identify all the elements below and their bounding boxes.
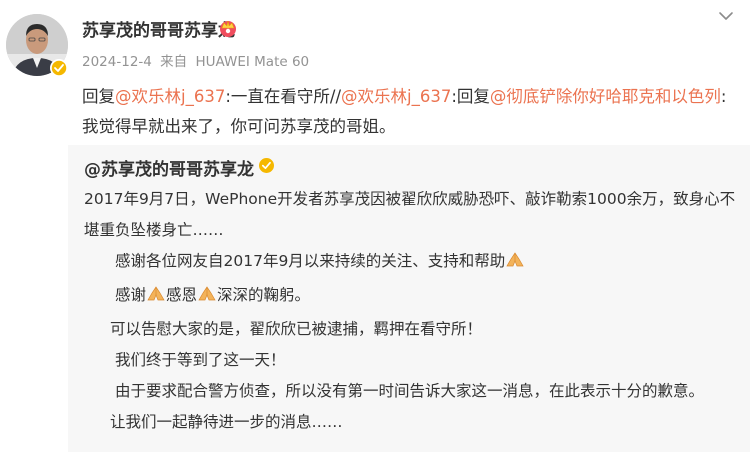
praying-hands-icon [197, 283, 217, 314]
quoted-line: 可以告慰大家的是，翟欣欣已被逮捕，羁押在看守所！ [110, 320, 483, 338]
crown-icon [217, 16, 239, 38]
quoted-body: 2017年9月7日，WePhone开发者苏享茂因被翟欣欣威胁恐吓、敲诈勒索100… [84, 184, 746, 438]
quoted-line-text: 感谢 [115, 286, 147, 304]
reply-text: :一直在看守所// [225, 87, 342, 106]
quoted-line-text: 感谢各位网友自2017年9月以来持续的关注、支持和帮助 [115, 252, 506, 270]
mention-link[interactable]: @欢乐林j_637 [115, 87, 225, 106]
post-date[interactable]: 2024-12-4 [82, 54, 152, 70]
source-prefix: 来自 [160, 54, 188, 70]
reply-prefix: 回复 [82, 87, 115, 106]
quoted-line: 我们终于等到了这一天！ [115, 351, 286, 369]
quoted-author[interactable]: @苏享茂的哥哥苏享龙 [84, 155, 254, 180]
quoted-post[interactable]: @苏享茂的哥哥苏享龙 2017年9月7日，WePhone开发者苏享茂因被翟欣欣威… [68, 145, 750, 452]
quoted-line-text: 感恩 [166, 286, 198, 304]
mention-link[interactable]: @彻底铲除你好哈耶克和以色列 [490, 87, 721, 106]
post-device: HUAWEI Mate 60 [195, 54, 310, 70]
praying-hands-icon [505, 249, 525, 280]
praying-hands-icon [146, 283, 166, 314]
verified-badge-icon [258, 157, 275, 174]
quoted-line: 感谢 感恩 深深的鞠躬。 [84, 280, 746, 314]
quoted-line: 2017年9月7日，WePhone开发者苏享茂因被翟欣欣威胁恐吓、敲诈勒索100… [84, 190, 736, 239]
quoted-line: 感谢各位网友自2017年9月以来持续的关注、支持和帮助 [84, 246, 746, 280]
post-text: 回复@欢乐林j_637:一直在看守所//@欢乐林j_637:回复@彻底铲除你好哈… [82, 82, 732, 142]
reply-text: :回复 [451, 87, 490, 106]
mention-link[interactable]: @欢乐林j_637 [341, 87, 451, 106]
quoted-line: 由于要求配合警方侦查，所以没有第一时间告诉大家这一消息，在此表示十分的歉意。 [115, 382, 705, 400]
quoted-line: 让我们一起静待进一步的消息…… [110, 413, 343, 431]
quoted-line-text: 深深的鞠躬。 [217, 286, 311, 304]
verified-badge-icon [50, 59, 68, 77]
post-meta: 2024-12-4 来自 HUAWEI Mate 60 [82, 50, 313, 70]
chevron-down-icon[interactable] [716, 8, 736, 22]
author-name[interactable]: 苏享茂的哥哥苏享龙 [82, 16, 235, 41]
